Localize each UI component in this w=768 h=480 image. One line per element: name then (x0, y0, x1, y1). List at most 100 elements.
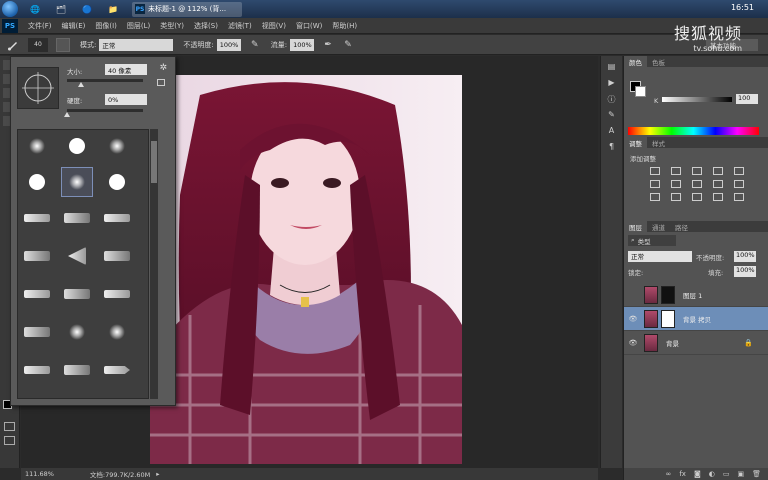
brush-preset-soft-round[interactable] (102, 132, 132, 160)
brush-preset-hard-round[interactable] (102, 168, 132, 196)
new-adjustment-icon[interactable]: ◐ (709, 470, 715, 478)
channel-mixer-icon[interactable] (734, 180, 744, 188)
taskbar-app-icon[interactable]: 🔵 (76, 2, 98, 16)
add-mask-icon[interactable]: ◙ (694, 470, 701, 478)
tab-styles[interactable]: 样式 (647, 137, 670, 148)
layer-row[interactable]: 👁 背景 🔒 (624, 331, 768, 355)
layer-style-icon[interactable]: fx (679, 470, 686, 478)
size-slider[interactable] (67, 79, 143, 82)
brush-panel-icon[interactable]: ✎ (606, 110, 618, 120)
tab-paths[interactable]: 路径 (670, 221, 693, 232)
taskbar-app-icon[interactable]: 📁 (102, 2, 124, 16)
menu-select[interactable]: 选择(S) (194, 21, 218, 31)
eye-icon[interactable]: 👁 (628, 339, 638, 347)
brush-preset-soft-round[interactable] (22, 132, 52, 160)
scrollbar-thumb[interactable] (151, 141, 157, 183)
brush-preset-stroke[interactable] (62, 356, 92, 384)
layer-row[interactable]: 图层 1 (624, 283, 768, 307)
menu-image[interactable]: 图像(I) (95, 21, 117, 31)
pressure-opacity-icon[interactable]: ✎ (249, 39, 261, 51)
screen-mode-icon[interactable] (4, 436, 15, 445)
menu-file[interactable]: 文件(F) (28, 21, 52, 31)
menu-edit[interactable]: 编辑(E) (62, 21, 86, 31)
play-icon[interactable]: ▶ (606, 78, 618, 88)
size-slider-thumb[interactable] (78, 82, 84, 87)
brush-preset-soft-round[interactable] (62, 318, 92, 346)
brush-preset-stroke[interactable] (102, 280, 132, 308)
brightness-contrast-icon[interactable] (650, 167, 660, 175)
curves-icon[interactable] (692, 167, 702, 175)
airbrush-icon[interactable]: ✒ (322, 39, 334, 51)
character-icon[interactable]: A (606, 126, 618, 136)
selective-color-icon[interactable] (734, 193, 744, 201)
menu-help[interactable]: 帮助(H) (332, 21, 357, 31)
pressure-size-icon[interactable]: ✎ (342, 39, 354, 51)
fill-input[interactable]: 100% (734, 266, 756, 277)
invert-icon[interactable] (650, 193, 660, 201)
status-menu-arrow-icon[interactable]: ▸ (156, 470, 159, 478)
posterize-icon[interactable] (671, 193, 681, 201)
menu-filter[interactable]: 滤镜(T) (228, 21, 252, 31)
document-photo[interactable] (150, 75, 462, 464)
new-preset-icon[interactable] (157, 79, 165, 86)
brush-preset-stroke[interactable] (102, 242, 132, 270)
levels-icon[interactable] (671, 167, 681, 175)
layer-filter-select[interactable]: ⌕ 类型 (628, 235, 676, 246)
layer-mask-thumbnail[interactable] (661, 309, 675, 328)
brush-preset-soft-round[interactable] (102, 318, 132, 346)
paragraph-icon[interactable]: ¶ (606, 142, 618, 152)
mode-select[interactable]: 正常 (99, 38, 174, 51)
tab-channels[interactable]: 通道 (647, 221, 670, 232)
menu-view[interactable]: 视图(V) (262, 21, 286, 31)
layer-mask-thumbnail[interactable] (661, 285, 675, 304)
brush-preset-stroke[interactable] (62, 204, 92, 232)
brush-preset-stroke[interactable] (22, 356, 52, 384)
tab-adjustments[interactable]: 调整 (624, 137, 647, 148)
menu-type[interactable]: 类型(Y) (160, 21, 184, 31)
opacity-input[interactable]: 100% (216, 38, 241, 51)
zoom-level[interactable]: 111.68% (25, 470, 54, 478)
brush-preset-stroke[interactable] (22, 280, 52, 308)
link-layers-icon[interactable]: ∞ (666, 470, 672, 478)
new-layer-icon[interactable]: ▣ (737, 470, 744, 478)
hardness-input[interactable]: 0% (105, 94, 147, 105)
brush-size-picker[interactable]: 40 (28, 37, 48, 52)
brush-preset-stroke[interactable] (22, 242, 52, 270)
menu-window[interactable]: 窗口(W) (296, 21, 322, 31)
brush-preset-stroke[interactable] (62, 280, 92, 308)
layer-opacity-input[interactable]: 100% (734, 251, 756, 262)
brush-preset-stroke[interactable] (102, 204, 132, 232)
taskbar-app-icon[interactable]: 🗂 (50, 2, 72, 16)
hardness-slider-thumb[interactable] (64, 112, 70, 117)
brush-preset-stroke[interactable] (22, 318, 52, 346)
new-group-icon[interactable]: ▭ (723, 470, 730, 478)
color-spectrum-ramp[interactable] (628, 127, 759, 135)
photo-filter-icon[interactable] (713, 180, 723, 188)
gear-icon[interactable]: ✲ (159, 63, 167, 73)
k-value-input[interactable]: 100 (736, 94, 758, 104)
taskbar-photoshop-task[interactable]: PS 未标题-1 @ 112% (背... (132, 1, 242, 17)
menu-layer[interactable]: 图层(L) (127, 21, 150, 31)
blend-mode-select[interactable]: 正常 (628, 251, 692, 262)
delete-layer-icon[interactable]: 🗑 (752, 470, 761, 478)
background-color-chip[interactable] (635, 86, 646, 97)
exposure-icon[interactable] (713, 167, 723, 175)
brush-preset-hard-round[interactable] (62, 132, 92, 160)
threshold-icon[interactable] (692, 193, 702, 201)
taskbar-app-icon[interactable]: 🌐 (24, 2, 46, 16)
tab-swatches[interactable]: 色板 (647, 56, 670, 67)
quick-mask-icon[interactable] (4, 422, 15, 431)
history-icon[interactable]: ▤ (606, 62, 618, 72)
size-input[interactable]: 40 像素 (105, 64, 147, 75)
tab-layers[interactable]: 图层 (624, 221, 647, 232)
color-balance-icon[interactable] (671, 180, 681, 188)
brush-tool-icon[interactable] (6, 38, 20, 52)
layer-row-selected[interactable]: 👁 背景 拷贝 (624, 307, 768, 331)
hue-saturation-icon[interactable] (650, 180, 660, 188)
tab-color[interactable]: 颜色 (624, 56, 647, 67)
brush-preset-pencil[interactable] (102, 356, 132, 384)
brush-preset-hard-round[interactable] (22, 168, 52, 196)
brush-preset-soft-round-selected[interactable] (61, 167, 93, 197)
brush-preset-fan[interactable] (62, 242, 92, 270)
hardness-slider[interactable] (67, 109, 143, 112)
